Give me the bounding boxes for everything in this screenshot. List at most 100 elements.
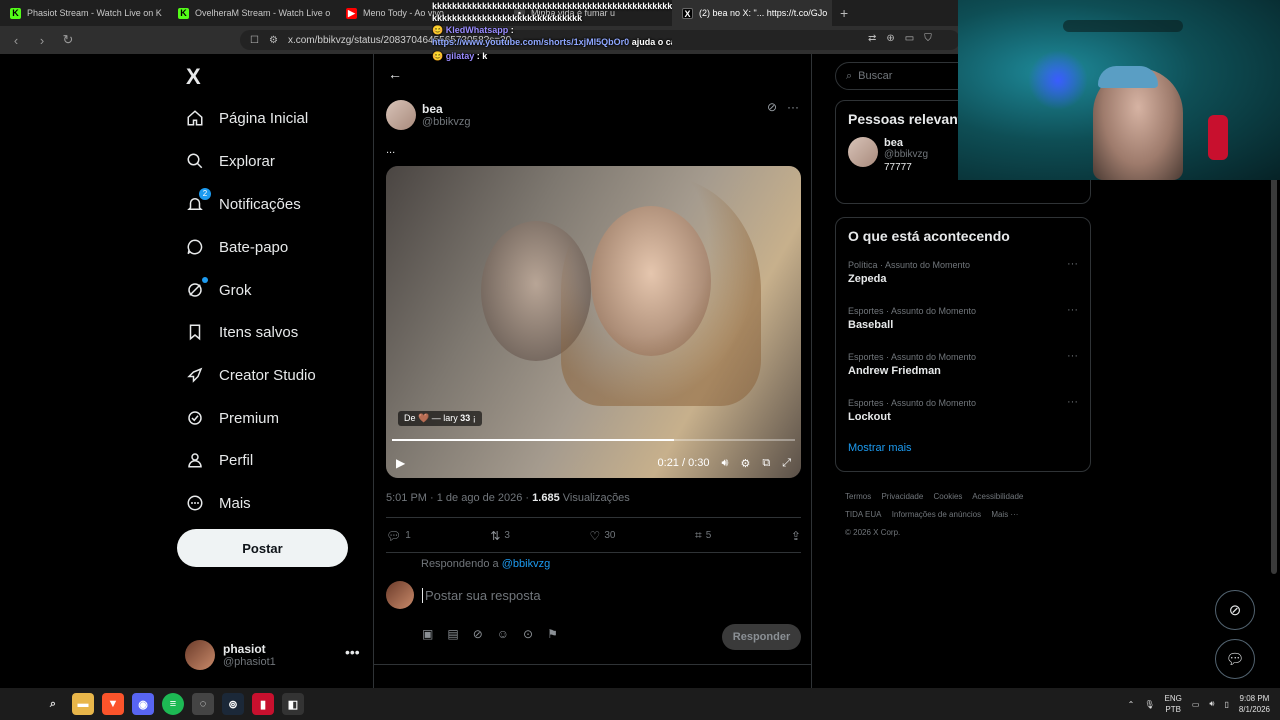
zoom-icon[interactable]: ⊕ <box>886 33 894 44</box>
nav-bookmarks[interactable]: Itens salvos <box>185 318 298 346</box>
footer-link[interactable]: Termos <box>845 492 871 501</box>
video-progress-bar[interactable] <box>392 439 795 441</box>
reply-button[interactable]: Responder <box>722 624 801 650</box>
grok-icon[interactable]: ⊘ <box>767 100 777 114</box>
more-icon[interactable]: ··· <box>1067 350 1078 362</box>
app-icon[interactable]: ◧ <box>282 693 304 715</box>
nav-more[interactable]: Mais <box>185 489 251 517</box>
show-more-link[interactable]: Mostrar mais <box>836 442 1090 464</box>
avatar[interactable] <box>386 100 416 130</box>
microphone <box>1208 115 1228 160</box>
nav-premium[interactable]: Premium <box>185 404 279 432</box>
file-explorer-icon[interactable]: ▬ <box>72 693 94 715</box>
footer-link[interactable]: Privacidade <box>881 492 923 501</box>
new-tab-button[interactable]: + <box>832 5 856 21</box>
more-icon[interactable]: ··· <box>1067 258 1078 270</box>
chat-username: gilatay <box>445 51 475 61</box>
footer-link[interactable]: Acessibilidade <box>972 492 1023 501</box>
emoji-icon[interactable]: ☺ <box>497 627 509 641</box>
app-icon[interactable]: ◌ <box>192 693 214 715</box>
replying-to-handle[interactable]: @bbikvzg <box>502 558 550 570</box>
nav-explore[interactable]: Explorar <box>185 147 275 175</box>
shield-icon[interactable]: ⛉ <box>924 33 932 44</box>
reply-input[interactable] <box>422 587 722 603</box>
more-icon[interactable]: ··· <box>787 100 799 114</box>
nav-profile[interactable]: Perfil <box>185 446 253 474</box>
nav-creator-studio[interactable]: Creator Studio <box>185 361 316 389</box>
trend-item[interactable]: Esportes · Assunto do Momento Lockout ··· <box>836 396 1090 442</box>
clock[interactable]: 9:08 PM 8/1/2026 <box>1239 693 1270 715</box>
nav-grok[interactable]: Grok <box>185 276 252 304</box>
steam-icon[interactable]: ⊚ <box>222 693 244 715</box>
volume-icon[interactable]: 🔊︎ <box>1209 699 1214 709</box>
discord-icon[interactable]: ◉ <box>132 693 154 715</box>
bookmark-action[interactable]: ⌗ 5 <box>695 528 711 543</box>
more-icon[interactable]: ··· <box>1067 304 1078 316</box>
footer-link[interactable]: Cookies <box>934 492 963 501</box>
settings-icon[interactable]: ⚙ <box>740 457 750 470</box>
gif-icon[interactable]: ▤ <box>447 627 458 641</box>
x-logo-icon[interactable]: X <box>186 64 201 90</box>
person-name[interactable]: bea <box>884 137 928 149</box>
trend-item[interactable]: Esportes · Assunto do Momento Andrew Frie… <box>836 350 1090 396</box>
location-icon[interactable]: ⊙ <box>523 627 533 641</box>
messages-fab-button[interactable]: 💬︎ <box>1215 639 1255 679</box>
play-icon[interactable]: ▶ <box>396 456 405 470</box>
reply-action[interactable]: 💬︎ 1 <box>386 528 411 543</box>
network-icon[interactable]: ▭ <box>1192 700 1200 709</box>
picture-in-picture-icon[interactable]: ⧉ <box>762 457 770 470</box>
x-favicon-icon: X <box>682 7 693 19</box>
fullscreen-icon[interactable]: ⤢ <box>782 457 791 470</box>
bookmark-icon <box>185 322 205 342</box>
author-name[interactable]: bea <box>422 102 470 116</box>
avatar[interactable] <box>848 137 878 167</box>
more-icon[interactable]: ··· <box>1067 396 1078 408</box>
translate-icon[interactable]: ⇄ <box>868 33 876 44</box>
browser-tab-active[interactable]: X(2) bea no X: "... https://t.co/GJo✕ <box>672 0 832 26</box>
nav-chat[interactable]: Bate-papo <box>185 233 288 261</box>
post-author[interactable]: bea @bbikvzg <box>386 100 470 130</box>
browser-tab[interactable]: K OvelheraM Stream - Watch Live o <box>168 0 336 26</box>
browser-tab[interactable]: K Phasiot Stream - Watch Live on K <box>0 0 168 26</box>
footer-link[interactable]: TIDA EUA <box>845 510 881 519</box>
nav-home[interactable]: Página Inicial <box>185 104 308 132</box>
post-timestamp[interactable]: 5:01 PM · 1 de ago de 2026 · <box>386 492 532 504</box>
footer-link[interactable]: Informações de anúncios <box>892 510 981 519</box>
site-settings-icon[interactable]: ⚙ <box>269 35 278 46</box>
brave-icon[interactable]: ▼ <box>102 693 124 715</box>
like-action[interactable]: ♡ 30 <box>590 528 616 543</box>
grok-fab-button[interactable]: ⊘ <box>1215 590 1255 630</box>
language-indicator[interactable]: ENG PTB <box>1165 693 1182 715</box>
account-switcher[interactable]: phasiot @phasiot1 <box>185 640 276 670</box>
notification-badge: 2 <box>199 188 211 200</box>
search-icon: ⌕ <box>846 69 853 82</box>
bookmark-star-icon[interactable]: ☐ <box>250 35 259 46</box>
trend-category: Esportes · Assunto do Momento <box>848 352 977 362</box>
microphone-icon[interactable]: 🎙︎ <box>1144 700 1154 709</box>
chevron-up-icon[interactable]: ⌃ <box>1128 700 1135 709</box>
trend-item[interactable]: Esportes · Assunto do Momento Baseball ··· <box>836 304 1090 350</box>
video-player[interactable]: De 🤎 — lary 𝟑𝟑 ¡ ▶ 0:21 / 0:30 🔊︎ ⚙ ⧉ ⤢ <box>386 166 801 478</box>
author-handle[interactable]: @bbikvzg <box>422 116 470 128</box>
youtube-favicon-icon: ▶ <box>346 7 357 19</box>
forward-arrow-icon[interactable]: › <box>34 33 50 48</box>
trend-item[interactable]: Política · Assunto do Momento Zepeda ··· <box>836 258 1090 304</box>
cast-icon[interactable]: ▭ <box>905 33 914 44</box>
share-action[interactable]: ⇪ <box>791 528 801 543</box>
volume-icon[interactable]: 🔊︎ <box>722 457 729 470</box>
back-arrow-icon[interactable]: ‹ <box>8 33 24 48</box>
app-icon[interactable]: ▮ <box>252 693 274 715</box>
post-button[interactable]: Postar <box>177 529 348 567</box>
battery-icon[interactable]: ▯ <box>1224 700 1228 709</box>
spotify-icon[interactable]: ≡ <box>162 693 184 715</box>
image-icon[interactable]: ▣ <box>422 627 433 641</box>
flag-icon[interactable]: ⚑ <box>547 627 558 641</box>
nav-notifications[interactable]: 2 Notificações <box>185 188 301 218</box>
grok-icon[interactable]: ⊘ <box>473 627 483 641</box>
back-arrow-icon[interactable]: ← <box>388 66 402 82</box>
repost-action[interactable]: ⇅ 3 <box>490 528 510 543</box>
search-icon[interactable]: ⌕ <box>42 693 64 715</box>
footer-link[interactable]: Mais ··· <box>991 510 1018 519</box>
account-more-icon[interactable]: ••• <box>345 644 360 660</box>
reload-icon[interactable]: ↻ <box>60 32 76 48</box>
